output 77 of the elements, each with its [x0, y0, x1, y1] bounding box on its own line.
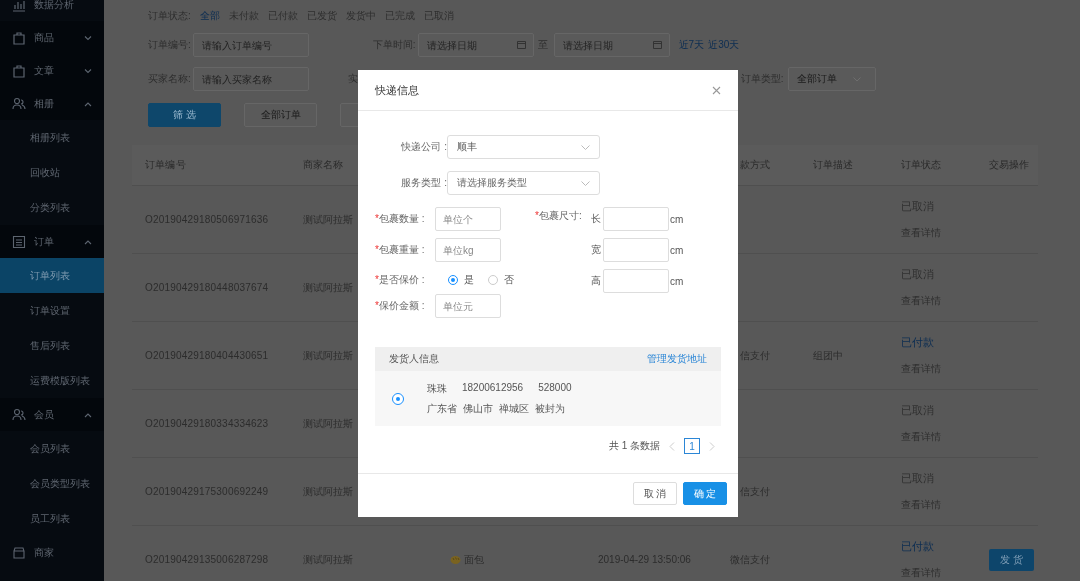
chevron-icon — [581, 180, 590, 186]
confirm-button[interactable]: 确 定 — [683, 482, 727, 505]
courier-select[interactable]: 顺丰 — [447, 135, 600, 159]
sidebar-item[interactable]: 会员 — [0, 398, 104, 431]
people-icon — [12, 96, 26, 111]
sidebar-item[interactable]: 数据分析 — [0, 0, 104, 21]
package-count-field[interactable]: 单位个 — [435, 207, 501, 231]
sidebar-item[interactable]: 文章 — [0, 54, 104, 87]
people-icon — [12, 407, 26, 422]
total-count: 共 1 条数据 — [608, 439, 660, 453]
field-label: *包裹数量 : — [375, 212, 426, 226]
radio-option[interactable]: 否 — [488, 273, 514, 287]
package-weight-field[interactable]: 单位kg — [435, 238, 501, 262]
chevron-icon — [581, 144, 590, 150]
sender-phone: 18200612956 — [462, 381, 524, 395]
sidebar-item[interactable]: 订单 — [0, 225, 104, 258]
next-page-icon[interactable] — [709, 441, 715, 451]
unit-label: cm — [670, 244, 684, 256]
bread-icon — [450, 554, 461, 565]
postal-code: 528000 — [538, 381, 572, 395]
address-part: 广东省 — [427, 401, 457, 416]
bag-icon — [12, 63, 26, 78]
sidebar-item[interactable]: 回收站 — [0, 155, 104, 190]
address-part: 禅城区 — [499, 401, 529, 416]
status-tab[interactable]: 全部 — [199, 9, 220, 23]
date-range-link[interactable]: 近7天 — [678, 38, 705, 52]
dimension-field[interactable] — [603, 207, 669, 231]
calendar-icon — [516, 40, 526, 49]
order-status: 已付款 — [901, 335, 934, 350]
dimension-label: 宽 — [591, 243, 602, 257]
sidebar-item[interactable]: 会员列表 — [0, 431, 104, 466]
prev-page-icon[interactable] — [669, 441, 675, 451]
sidebar-item[interactable]: 相册 — [0, 87, 104, 120]
section-title: 发货人信息 — [389, 352, 439, 366]
order-status: 已付款 — [901, 539, 934, 554]
insured-amount-field[interactable]: 单位元 — [435, 294, 501, 318]
address-part: 被封为 — [535, 401, 565, 416]
radio-button[interactable] — [392, 392, 404, 405]
date-range-link[interactable]: 近30天 — [708, 38, 740, 52]
field-label: *是否保价 : — [375, 273, 426, 287]
sidebar-item[interactable]: 商品 — [0, 21, 104, 54]
chart-icon — [12, 0, 26, 12]
sidebar-item[interactable]: 相册列表 — [0, 120, 104, 155]
dimension-field[interactable] — [603, 269, 669, 293]
field-label: *包裹尺寸: — [535, 209, 583, 223]
ship-button[interactable]: 发 货 — [989, 548, 1034, 571]
sender-name: 珠珠 — [427, 381, 447, 396]
sidebar-item[interactable]: 售后列表 — [0, 328, 104, 363]
dimension-label: 长 — [591, 212, 602, 226]
sidebar-item[interactable]: 会员类型列表 — [0, 466, 104, 501]
address-part: 佛山市 — [463, 401, 493, 416]
dialog-title: 快递信息 — [375, 82, 419, 98]
store-icon — [12, 545, 26, 560]
cancel-button[interactable]: 取 消 — [633, 482, 677, 505]
sidebar-item[interactable]: 订单设置 — [0, 293, 104, 328]
filter-button[interactable]: 筛 选 — [148, 103, 221, 127]
service-type-select[interactable]: 请选择服务类型 — [447, 171, 600, 195]
dimension-label: 高 — [591, 274, 602, 288]
radio-option[interactable]: 是 — [448, 273, 474, 287]
list-icon — [12, 234, 26, 249]
sidebar-item[interactable]: 分类列表 — [0, 190, 104, 225]
bag-icon — [12, 30, 26, 45]
calendar-icon — [652, 40, 662, 49]
close-icon[interactable] — [712, 85, 721, 95]
field-label: 服务类型 : — [400, 176, 447, 190]
unit-label: cm — [670, 275, 684, 287]
field-label: *保价金额 : — [375, 299, 426, 313]
page-button[interactable]: 1 — [684, 438, 700, 454]
field-label: 快递公司 : — [400, 140, 447, 154]
sidebar-item[interactable]: 员工列表 — [0, 501, 104, 536]
dimension-field[interactable] — [603, 238, 669, 262]
manage-address-link[interactable]: 管理发货地址 — [647, 352, 707, 366]
sidebar-item[interactable]: 订单列表 — [0, 258, 104, 293]
sidebar-item[interactable]: 运费模版列表 — [0, 363, 104, 398]
unit-label: cm — [670, 213, 684, 225]
field-label: *包裹重量 : — [375, 243, 426, 257]
sidebar-item[interactable]: 商家 — [0, 536, 104, 569]
